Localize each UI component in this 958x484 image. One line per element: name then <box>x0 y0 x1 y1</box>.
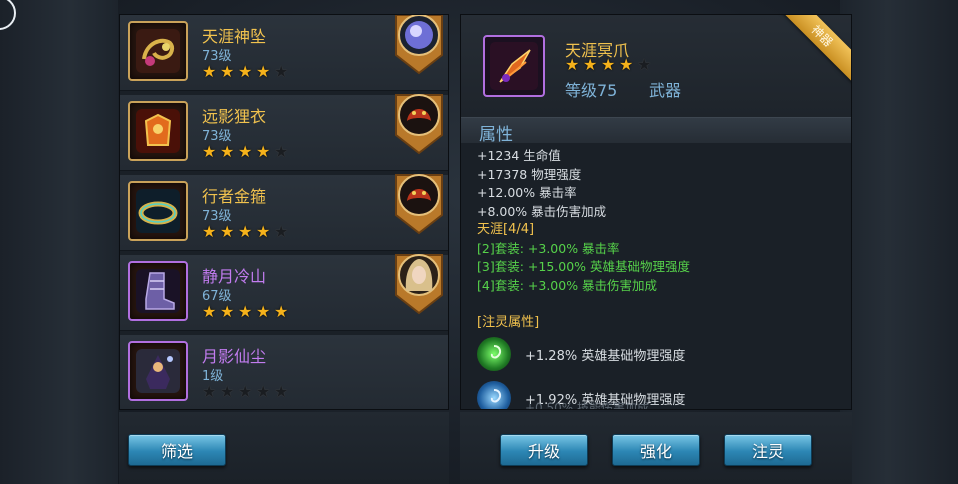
avatar-spirit-icon <box>395 15 443 75</box>
attribute-line: +17378 物理强度 <box>477 166 582 182</box>
blue-orb-icon <box>477 381 511 409</box>
item-stars: ★ ★ ★ ★ ★ <box>202 224 290 240</box>
star-icon: ★ <box>220 142 235 161</box>
star-empty-icon: ★ <box>238 382 253 401</box>
star-icon: ★ <box>565 55 580 74</box>
ring-icon <box>128 181 188 241</box>
star-icon: ★ <box>256 142 271 161</box>
attribute-header: 属性 <box>479 125 513 145</box>
spirit-row: +1.28% 英雄基础物理强度 <box>477 337 685 371</box>
star-icon: ★ <box>238 222 253 241</box>
item-stars: ★ ★ ★ ★ ★ <box>202 304 290 320</box>
star-empty-icon: ★ <box>274 222 289 241</box>
pendant-icon <box>128 21 188 81</box>
equipment-detail: 天涯冥爪 ★ ★ ★ ★ ★ 等级75 武器 神器 属性 +1234 生命值 +1737… <box>460 14 852 410</box>
attribute-line: +1234 生命值 <box>477 148 561 163</box>
star-icon: ★ <box>220 302 235 321</box>
item-stars: ★ ★ ★ ★ ★ <box>202 144 290 160</box>
left-frame <box>0 0 118 484</box>
star-icon: ★ <box>238 302 253 321</box>
avatar-woman-icon <box>395 254 443 315</box>
boot-icon <box>128 261 188 321</box>
star-icon: ★ <box>220 62 235 81</box>
filter-button[interactable]: 筛选 <box>128 434 226 466</box>
star-icon: ★ <box>583 55 598 74</box>
item-name: 行者金箍 <box>202 187 267 206</box>
star-icon: ★ <box>202 62 217 81</box>
detail-header: 天涯冥爪 ★ ★ ★ ★ ★ 等级75 武器 神器 <box>461 15 851 117</box>
item-name: 静月冷山 <box>202 267 267 286</box>
star-icon: ★ <box>256 62 271 81</box>
equipment-item[interactable]: 静月冷山 67级 ★ ★ ★ ★ ★ <box>120 254 448 331</box>
star-empty-icon: ★ <box>274 382 289 401</box>
equipment-item[interactable]: 行者金箍 73级 ★ ★ ★ ★ ★ <box>120 174 448 251</box>
armor-icon <box>128 101 188 161</box>
item-name: 远影狸衣 <box>202 107 267 126</box>
avatar-beast-icon <box>395 94 443 155</box>
star-empty-icon: ★ <box>220 382 235 401</box>
item-name: 天涯神坠 <box>202 27 267 46</box>
set-bonus-line: [3]套装: +15.00% 英雄基础物理强度 <box>477 259 691 274</box>
star-icon: ★ <box>202 222 217 241</box>
upgrade-button[interactable]: 升级 <box>500 434 588 466</box>
set-title: 天涯[4/4] <box>477 222 535 237</box>
attribute-line: +8.00% 暴击伤害加成 <box>477 203 607 219</box>
corner-ring-decoration <box>0 0 16 30</box>
equipment-item[interactable]: 月影仙尘 1级 ★ ★ ★ ★ ★ <box>120 335 448 409</box>
star-empty-icon: ★ <box>274 142 289 161</box>
set-bonus-line: [4]套装: +3.00% 暴击伤害加成 <box>477 277 658 293</box>
equipment-list[interactable]: 天涯神坠 73级 ★ ★ ★ ★ ★ 远影狸衣 73级 ★ ★ ★ ★ ★ 行者金箍 <box>119 14 449 410</box>
right-frame <box>840 0 958 484</box>
detail-level: 等级75 <box>565 81 618 100</box>
star-icon: ★ <box>274 302 289 321</box>
item-name: 月影仙尘 <box>202 347 267 366</box>
equipment-item[interactable]: 天涯神坠 73级 ★ ★ ★ ★ ★ <box>120 15 448 91</box>
star-icon: ★ <box>202 302 217 321</box>
star-empty-icon: ★ <box>274 62 289 81</box>
claw-weapon-icon <box>483 35 545 97</box>
detail-type: 武器 <box>649 81 682 100</box>
equipment-item[interactable]: 远影狸衣 73级 ★ ★ ★ ★ ★ <box>120 94 448 171</box>
spirit-line-partial: +0.50% 技能伤害加成 <box>525 401 649 410</box>
star-icon: ★ <box>619 55 634 74</box>
attribute-line: +12.00% 暴击率 <box>477 185 577 200</box>
avatar-beast-icon <box>395 174 443 235</box>
attribute-list: +1234 生命值 +17378 物理强度 +12.00% 暴击率 +8.00%… <box>477 147 690 295</box>
strengthen-button[interactable]: 强化 <box>612 434 700 466</box>
star-icon: ★ <box>238 142 253 161</box>
star-empty-icon: ★ <box>202 382 217 401</box>
infuse-button[interactable]: 注灵 <box>724 434 812 466</box>
green-orb-icon <box>477 337 511 371</box>
spirit-title: [注灵属性] <box>477 315 540 330</box>
item-stars: ★ ★ ★ ★ ★ <box>202 384 290 400</box>
item-stars: ★ ★ ★ ★ ★ <box>202 64 290 80</box>
star-icon: ★ <box>601 55 616 74</box>
star-icon: ★ <box>202 142 217 161</box>
star-icon: ★ <box>256 302 271 321</box>
detail-stars: ★ ★ ★ ★ ★ <box>565 57 653 73</box>
hooded-figure-icon <box>128 341 188 401</box>
attribute-header-bar: 属性 <box>461 117 851 145</box>
star-empty-icon: ★ <box>256 382 271 401</box>
set-bonus-line: [2]套装: +3.00% 暴击率 <box>477 240 620 256</box>
star-icon: ★ <box>238 62 253 81</box>
star-icon: ★ <box>256 222 271 241</box>
star-empty-icon: ★ <box>637 55 652 74</box>
spirit-line: +1.28% 英雄基础物理强度 <box>525 348 686 364</box>
artifact-ribbon: 神器 <box>775 15 851 83</box>
star-icon: ★ <box>220 222 235 241</box>
